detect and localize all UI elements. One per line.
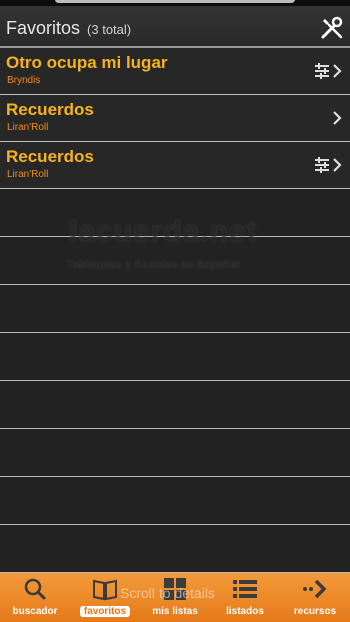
favorite-row[interactable]: Otro ocupa mi lugar Bryndis — [0, 48, 350, 95]
watermark-logo: lacuerda.net — [69, 215, 258, 248]
artist-name: Liran'Roll — [7, 122, 49, 133]
tab-listados[interactable]: listados — [210, 573, 280, 622]
song-title: Recuerdos — [6, 147, 94, 166]
chevron-right-icon[interactable] — [332, 158, 342, 172]
favorites-count: (3 total) — [87, 22, 132, 37]
search-icon — [24, 578, 46, 600]
empty-row — [0, 429, 350, 477]
empty-row — [0, 333, 350, 381]
tab-label: recursos — [293, 606, 337, 617]
page-title-text: Favoritos — [6, 18, 81, 38]
favorite-row[interactable]: Recuerdos Liran'Roll — [0, 142, 350, 189]
url-pill — [55, 0, 295, 3]
song-title: Recuerdos — [6, 100, 94, 119]
book-icon — [93, 579, 117, 601]
tab-label: mis listas — [152, 606, 198, 617]
empty-row — [0, 525, 350, 573]
song-title: Otro ocupa mi lugar — [6, 53, 168, 72]
chord-settings-icon[interactable] — [314, 62, 330, 80]
watermark: lacuerda.net Tablaturas y Acordes en Esp… — [65, 215, 290, 285]
empty-row — [0, 477, 350, 525]
watermark-subtitle: Tablaturas y Acordes en Español — [67, 259, 240, 271]
tools-icon[interactable] — [320, 16, 344, 40]
chord-settings-icon[interactable] — [314, 156, 330, 174]
empty-row — [0, 381, 350, 429]
scroll-hint-toast: Scroll to details — [120, 585, 215, 601]
header-bar: Favoritos (3 total) — [0, 6, 350, 48]
chevron-right-icon[interactable] — [332, 64, 342, 78]
empty-row — [0, 285, 350, 333]
tab-label: listados — [226, 606, 264, 617]
tab-label: favoritos — [80, 606, 130, 617]
tab-buscador[interactable]: buscador — [0, 573, 70, 622]
favorites-list: Otro ocupa mi lugar Bryndis Recuerdos Li… — [0, 48, 350, 573]
list-icon — [233, 580, 257, 598]
arrow-icon — [303, 579, 327, 599]
favorite-row[interactable]: Recuerdos Liran'Roll — [0, 95, 350, 142]
artist-name: Bryndis — [7, 75, 41, 86]
tab-label: buscador — [12, 606, 58, 617]
tab-recursos[interactable]: recursos — [280, 573, 350, 622]
page-title: Favoritos (3 total) — [6, 18, 131, 39]
artist-name: Liran'Roll — [7, 169, 49, 180]
chevron-right-icon[interactable] — [332, 111, 342, 125]
